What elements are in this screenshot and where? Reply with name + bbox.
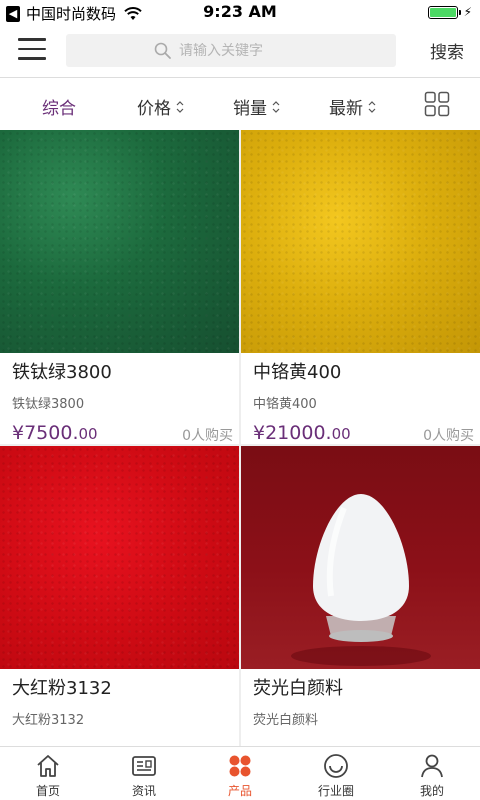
sort-arrows-icon [368, 100, 376, 113]
filter-label: 价格 [137, 99, 171, 119]
battery-indicator: ⚡ [427, 5, 472, 19]
product-grid: 铁钛绿3800 铁钛绿3800 ¥7500.00 0人购买 中铬黄400 中铬黄… [0, 130, 480, 746]
status-bar: ◀ 中国时尚数码 9:23 AM ⚡ [0, 0, 480, 24]
product-card[interactable]: 铁钛绿3800 铁钛绿3800 ¥7500.00 0人购买 [0, 130, 239, 444]
product-image [0, 446, 239, 669]
tab-label: 行业圈 [317, 784, 354, 798]
tab-home[interactable]: 首页 [0, 747, 96, 800]
product-image [241, 130, 480, 353]
product-name: 中铬黄400 [253, 362, 342, 383]
circle-icon [324, 754, 348, 778]
news-icon [132, 756, 156, 776]
filter-sales[interactable]: 销量 [233, 94, 281, 119]
charging-icon: ⚡ [463, 5, 472, 19]
clock: 9:23 AM [203, 2, 277, 21]
powder-jar-illustration [291, 494, 431, 666]
tab-label: 首页 [35, 784, 60, 798]
tab-industry-circle[interactable]: 行业圈 [288, 747, 384, 800]
product-buyers: 0人购买 [423, 428, 474, 444]
product-subtitle: 荧光白颜料 [253, 713, 319, 728]
products-icon [229, 755, 251, 777]
filter-label: 最新 [329, 99, 363, 119]
tab-label: 我的 [419, 784, 444, 798]
filter-price[interactable]: 价格 [137, 94, 185, 119]
search-button[interactable]: 搜索 [430, 38, 464, 63]
product-image [241, 446, 480, 669]
product-subtitle: 大红粉3132 [12, 713, 85, 728]
product-card[interactable]: 大红粉3132 大红粉3132 [0, 446, 239, 746]
menu-icon[interactable] [18, 38, 46, 62]
filter-label: 综合 [42, 99, 76, 119]
product-name: 荧光白颜料 [253, 678, 343, 699]
product-card[interactable]: 荧光白颜料 荧光白颜料 [241, 446, 480, 746]
product-name: 铁钛绿3800 [12, 362, 112, 383]
product-name: 大红粉3132 [12, 678, 112, 699]
search-input[interactable] [179, 42, 309, 59]
home-icon [37, 755, 59, 777]
grid-view-icon[interactable] [424, 91, 450, 117]
product-card[interactable]: 中铬黄400 中铬黄400 ¥21000.00 0人购买 [241, 130, 480, 444]
search-icon [154, 42, 171, 59]
filter-label: 销量 [233, 99, 267, 119]
tab-news[interactable]: 资讯 [96, 747, 192, 800]
filter-comprehensive[interactable]: 综合 [42, 94, 76, 119]
product-price: ¥21000.00 [253, 422, 351, 444]
tab-label: 产品 [227, 784, 252, 798]
product-price: ¥7500.00 [12, 422, 98, 444]
product-subtitle: 中铬黄400 [253, 397, 317, 412]
product-image [0, 130, 239, 353]
product-buyers: 0人购买 [182, 428, 233, 444]
tab-label: 资讯 [131, 784, 156, 798]
tab-profile[interactable]: 我的 [384, 747, 480, 800]
sort-arrows-icon [176, 100, 184, 113]
tab-products[interactable]: 产品 [192, 747, 288, 800]
search-box[interactable] [66, 34, 396, 67]
profile-icon [421, 754, 443, 778]
filter-newest[interactable]: 最新 [329, 94, 377, 119]
battery-icon [427, 5, 458, 19]
sort-arrows-icon [272, 100, 280, 113]
search-header: 搜索 [0, 24, 480, 78]
filter-bar: 综合 价格 销量 最新 [0, 79, 480, 130]
bottom-tab-bar: 首页 资讯 产品 行业圈 我的 [0, 746, 480, 800]
product-subtitle: 铁钛绿3800 [12, 397, 85, 412]
